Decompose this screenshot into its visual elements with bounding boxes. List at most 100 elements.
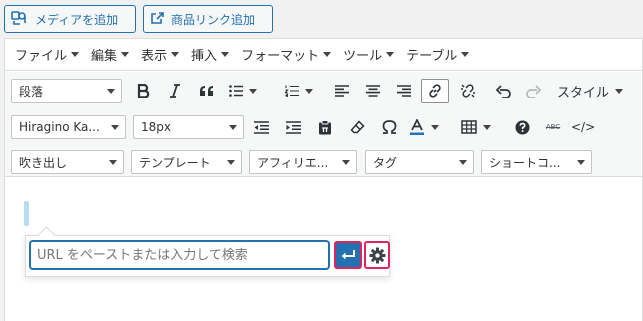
template-select[interactable]: テンプレート: [131, 150, 242, 174]
chevron-down-icon: [229, 125, 237, 130]
quote-icon: [200, 86, 213, 96]
enter-icon: [341, 250, 355, 260]
italic-button[interactable]: [163, 79, 187, 103]
chevron-down-icon: [461, 52, 470, 57]
omega-icon: [382, 120, 396, 134]
balloon-select-value: 吹き出し: [19, 155, 68, 170]
chevron-down-icon: [171, 52, 180, 57]
menu-view-label: 表示: [141, 49, 168, 64]
blockquote-button[interactable]: [195, 79, 219, 103]
align-left-button[interactable]: [330, 79, 354, 103]
chevron-down-icon: [386, 52, 395, 57]
numbered-list-icon: [285, 85, 299, 97]
add-product-link-button[interactable]: 商品リンク追加: [143, 5, 273, 33]
align-center-button[interactable]: [361, 79, 385, 103]
align-right-icon: [397, 85, 411, 97]
text-color-icon: [410, 118, 424, 135]
help-button[interactable]: [510, 115, 534, 139]
toolbar-row-1: 段落 スタイル: [5, 74, 642, 108]
tag-select[interactable]: タグ: [365, 150, 474, 174]
font-family-select[interactable]: Hiragino Ka...: [11, 115, 126, 139]
chevron-down-icon: [483, 124, 491, 130]
styles-label: スタイル: [557, 85, 610, 101]
bold-button[interactable]: [131, 79, 155, 103]
text-cursor-highlight: [24, 201, 29, 226]
menu-edit[interactable]: 編集: [85, 45, 135, 64]
code-button[interactable]: </>: [571, 115, 595, 139]
unlink-button[interactable]: [456, 79, 480, 103]
menu-insert-label: 挿入: [191, 49, 218, 64]
menu-tools[interactable]: ツール: [337, 45, 400, 64]
chevron-down-icon: [431, 124, 439, 130]
chevron-down-icon: [305, 88, 313, 94]
paste-text-button[interactable]: [313, 115, 337, 139]
clear-formatting-button[interactable]: [345, 115, 369, 139]
font-family-value: Hiragino Ka...: [19, 120, 100, 134]
chevron-down-icon: [111, 125, 119, 130]
format-select-value: 段落: [19, 84, 44, 99]
chevron-down-icon: [577, 160, 585, 165]
align-right-button[interactable]: [392, 79, 416, 103]
align-left-icon: [335, 85, 349, 97]
table-icon: [461, 120, 477, 134]
toolbar-row-2: Hiragino Ka... 18px ABC </>: [5, 110, 642, 144]
external-link-icon: [150, 11, 165, 28]
add-product-link-label: 商品リンク追加: [171, 12, 256, 27]
template-select-value: テンプレート: [139, 155, 211, 170]
menu-format[interactable]: フォーマット: [235, 45, 337, 64]
font-size-value: 18px: [141, 120, 171, 134]
chevron-down-icon: [107, 89, 115, 94]
link-options-button[interactable]: [364, 241, 390, 269]
outdent-icon: [253, 120, 269, 134]
add-media-button[interactable]: メディアを追加: [4, 5, 136, 33]
tag-select-value: タグ: [373, 155, 398, 170]
strikethrough-icon: ABC: [545, 123, 561, 131]
add-media-label: メディアを追加: [35, 12, 119, 27]
format-select[interactable]: 段落: [11, 79, 122, 103]
chevron-down-icon: [249, 88, 257, 94]
affiliate-select[interactable]: アフィリエ...: [249, 150, 357, 174]
bullet-list-button[interactable]: [229, 79, 257, 103]
menu-view[interactable]: 表示: [135, 45, 185, 64]
chevron-down-icon: [227, 160, 235, 165]
code-icon: </>: [571, 120, 596, 134]
apply-link-button[interactable]: [334, 241, 362, 269]
menu-table[interactable]: テーブル: [400, 45, 475, 64]
menu-insert[interactable]: 挿入: [185, 45, 235, 64]
url-input[interactable]: [30, 241, 329, 269]
redo-button[interactable]: [521, 79, 545, 103]
outdent-button[interactable]: [249, 115, 273, 139]
insert-link-button[interactable]: [421, 79, 449, 103]
chevron-down-icon: [71, 52, 80, 57]
clipboard-icon: [319, 119, 331, 134]
bullet-list-icon: [229, 85, 243, 97]
media-icon: [11, 10, 29, 29]
editor-content[interactable]: [5, 178, 642, 321]
menu-table-label: テーブル: [406, 49, 458, 64]
menu-file[interactable]: ファイル: [9, 45, 85, 64]
italic-icon: [170, 84, 180, 98]
toolbar-row-3: 吹き出し テンプレート アフィリエ... タグ ショートコ...: [5, 145, 642, 179]
eraser-icon: [349, 119, 365, 133]
link-icon: [429, 84, 441, 98]
balloon-select[interactable]: 吹き出し: [11, 150, 124, 174]
affiliate-select-value: アフィリエ...: [257, 155, 329, 170]
undo-button[interactable]: [491, 79, 515, 103]
chevron-down-icon: [109, 160, 117, 165]
table-button[interactable]: [461, 115, 491, 139]
special-character-button[interactable]: [377, 115, 401, 139]
strikethrough-button[interactable]: ABC: [541, 115, 565, 139]
indent-button[interactable]: [281, 115, 305, 139]
text-color-button[interactable]: [409, 115, 439, 139]
numbered-list-button[interactable]: [285, 79, 313, 103]
shortcode-select[interactable]: ショートコ...: [481, 150, 592, 174]
menu-format-label: フォーマット: [241, 49, 320, 64]
menu-bar: ファイル 編集 表示 挿入 フォーマット ツール テーブル: [5, 39, 642, 71]
shortcode-select-value: ショートコ...: [489, 155, 561, 170]
indent-icon: [285, 120, 301, 134]
unlink-icon: [461, 84, 475, 98]
inline-link-popup: [25, 235, 390, 277]
styles-dropdown[interactable]: スタイル: [557, 79, 624, 103]
font-size-select[interactable]: 18px: [133, 115, 244, 139]
help-icon: [515, 120, 529, 134]
